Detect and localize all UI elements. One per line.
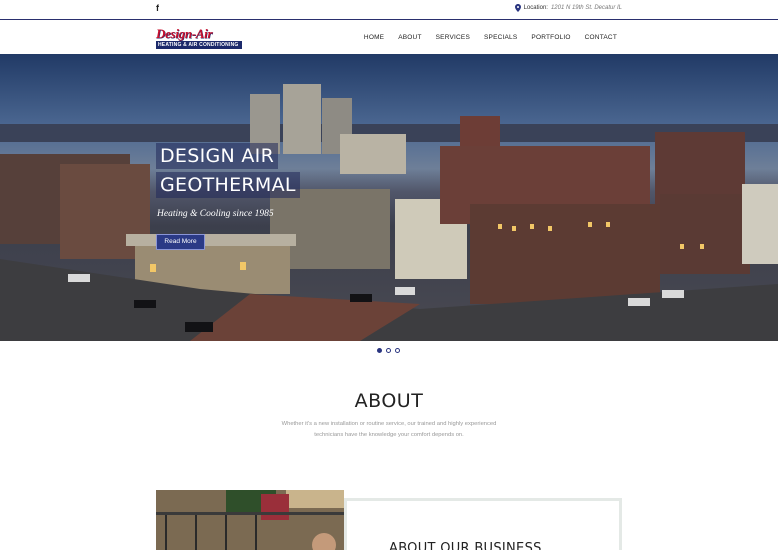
nav-home[interactable]: HOME (364, 34, 384, 41)
nav-about[interactable]: ABOUT (398, 34, 421, 41)
hero-tagline: Heating & Cooling since 1985 (157, 209, 274, 219)
nav-contact[interactable]: CONTACT (585, 34, 617, 41)
top-bar: f Location: 1201 N 19th St. Decatur IL (0, 0, 778, 20)
slider-dot-2[interactable] (386, 348, 391, 353)
nav-specials[interactable]: SPECIALS (484, 34, 517, 41)
about-heading: ABOUT (354, 390, 424, 412)
hero-cityscape-image (0, 84, 778, 341)
business-photo (156, 490, 344, 550)
facebook-icon[interactable]: f (156, 3, 159, 13)
hero-title-line-2: GEOTHERMAL (156, 172, 300, 198)
main-nav: HOME ABOUT SERVICES SPECIALS PORTFOLIO C… (364, 34, 617, 41)
logo-wordmark: Design-Air (156, 26, 213, 41)
location-address: 1201 N 19th St. Decatur IL (550, 5, 622, 11)
about-description: Whether it's a new installation or routi… (281, 421, 497, 438)
logo-tagline: HEATING & AIR CONDITIONING (156, 41, 242, 49)
hero-title-line-1: DESIGN AIR (156, 143, 279, 169)
business-card: ABOUT OUR BUSINESS (344, 498, 622, 550)
technician-photo (156, 490, 344, 550)
map-pin-icon (514, 4, 521, 12)
hero-slider: DESIGN AIR GEOTHERMAL Heating & Cooling … (0, 54, 778, 341)
design-air-logo[interactable]: Design-Air HEATING & AIR CONDITIONING (156, 27, 242, 49)
site-header: Design-Air HEATING & AIR CONDITIONING HO… (0, 21, 778, 54)
slider-dot-3[interactable] (395, 348, 400, 353)
location-info: Location: 1201 N 19th St. Decatur IL (514, 4, 622, 12)
slider-pagination (377, 348, 400, 353)
nav-portfolio[interactable]: PORTFOLIO (531, 34, 570, 41)
nav-services[interactable]: SERVICES (436, 34, 470, 41)
business-heading: ABOUT OUR BUSINESS (389, 541, 542, 550)
location-label: Location: (523, 5, 548, 11)
read-more-button[interactable]: Read More (156, 234, 205, 250)
slider-dot-1[interactable] (377, 348, 382, 353)
